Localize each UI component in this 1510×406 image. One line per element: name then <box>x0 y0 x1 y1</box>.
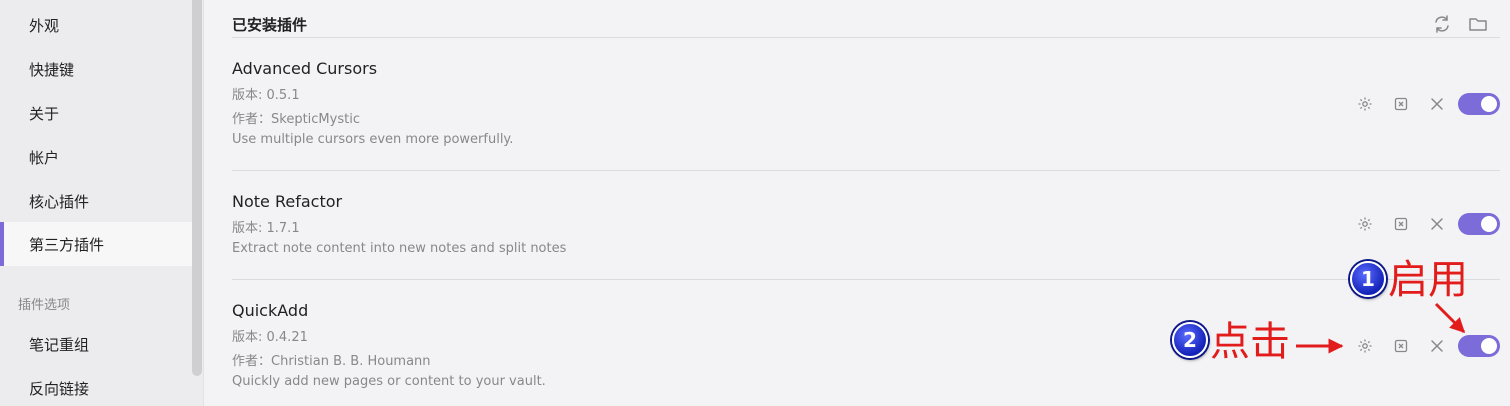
toggle-knob <box>1481 96 1497 112</box>
plugin-actions <box>1340 93 1500 115</box>
plugin-item-quickadd: QuickAdd 版本: 0.4.21 作者：Christian B. B. H… <box>232 280 1500 406</box>
sidebar-item-core-plugins[interactable]: 核心插件 <box>0 179 192 223</box>
plugin-version: 版本: 0.5.1 <box>232 88 300 103</box>
plugin-item-note-refactor: Note Refactor 版本: 1.7.1 Extract note con… <box>232 171 1500 280</box>
folder-icon[interactable] <box>1468 14 1488 34</box>
sidebar-item-note-refactor[interactable]: 笔记重组 <box>0 322 192 366</box>
close-icon[interactable] <box>1426 213 1448 235</box>
plugin-version: 版本: 1.7.1 <box>232 221 300 236</box>
plugin-description: Extract note content into new notes and … <box>232 241 567 256</box>
plugin-enable-toggle[interactable] <box>1458 335 1500 357</box>
installed-plugins-header: 已安装插件 <box>232 0 1500 38</box>
plugin-description: Quickly add new pages or content to your… <box>232 374 546 389</box>
step-1-badge: 1 <box>1350 261 1386 297</box>
plugin-name: QuickAdd <box>232 301 309 320</box>
plugin-actions <box>1340 213 1500 235</box>
gear-icon[interactable] <box>1354 213 1376 235</box>
close-icon[interactable] <box>1426 93 1448 115</box>
plugin-name: Advanced Cursors <box>232 59 378 78</box>
step-2-label: 点击 <box>1210 319 1290 365</box>
page-title: 已安装插件 <box>232 16 308 34</box>
settings-main-pane: 已安装插件 Advanced Cursors 版本: 0.5.1 作者：Skep… <box>204 0 1510 406</box>
gear-icon[interactable] <box>1354 335 1376 357</box>
hotkey-icon[interactable] <box>1390 93 1412 115</box>
plugin-version: 版本: 0.4.21 <box>232 330 308 345</box>
plugin-item-advanced-cursors: Advanced Cursors 版本: 0.5.1 作者：SkepticMys… <box>232 38 1500 171</box>
sidebar-item-about[interactable]: 关于 <box>0 91 192 135</box>
plugin-enable-toggle[interactable] <box>1458 213 1500 235</box>
toggle-knob <box>1481 338 1497 354</box>
plugin-name: Note Refactor <box>232 192 343 211</box>
plugin-description: Use multiple cursors even more powerfull… <box>232 132 514 147</box>
sidebar-item-community-plugins[interactable]: 第三方插件 <box>0 222 192 266</box>
sidebar-item-hotkeys[interactable]: 快捷键 <box>0 47 192 91</box>
step-2-badge: 2 <box>1172 322 1208 358</box>
plugin-enable-toggle[interactable] <box>1458 93 1500 115</box>
close-icon[interactable] <box>1426 335 1448 357</box>
hotkey-icon[interactable] <box>1390 213 1412 235</box>
gear-icon[interactable] <box>1354 93 1376 115</box>
sidebar-scrollbar[interactable] <box>192 0 202 376</box>
plugin-author: 作者：SkepticMystic <box>232 112 360 127</box>
sidebar-item-appearance[interactable]: 外观 <box>0 3 192 47</box>
step-1-label: 启用 <box>1388 257 1468 303</box>
hotkey-icon[interactable] <box>1390 335 1412 357</box>
sidebar-section-plugin-options: 插件选项 <box>18 298 71 313</box>
settings-sidebar: 外观 快捷键 关于 帐户 核心插件 第三方插件 插件选项 笔记重组 反向链接 <box>0 0 204 406</box>
plugin-actions <box>1340 335 1500 357</box>
sidebar-item-backlinks[interactable]: 反向链接 <box>0 366 192 406</box>
sidebar-item-account[interactable]: 帐户 <box>0 135 192 179</box>
plugin-author: 作者：Christian B. B. Houmann <box>232 354 431 369</box>
refresh-icon[interactable] <box>1432 14 1452 34</box>
toggle-knob <box>1481 216 1497 232</box>
